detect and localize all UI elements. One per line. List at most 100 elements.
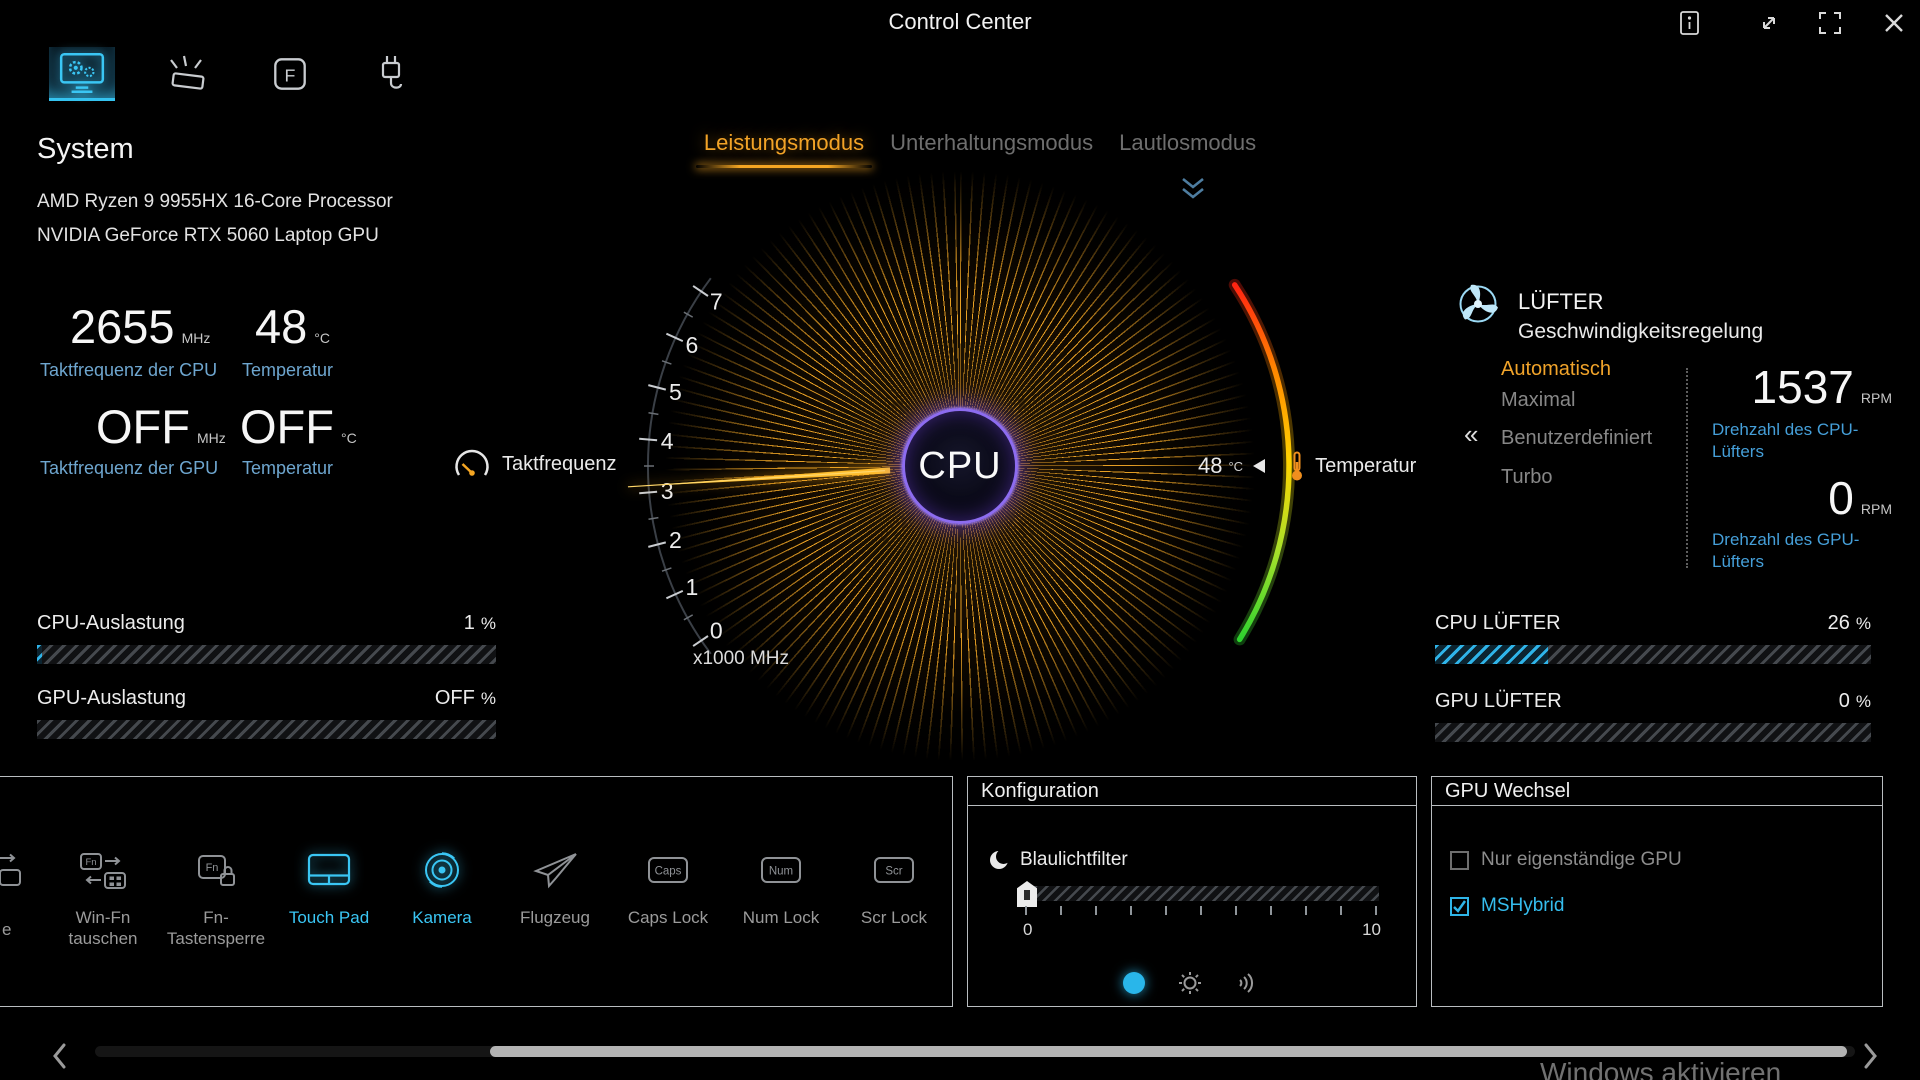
gpu-temp-unit: °C bbox=[341, 430, 357, 446]
scroll-left-button[interactable] bbox=[44, 1038, 74, 1074]
fan-icon bbox=[1454, 280, 1502, 328]
gpu-fan-bar bbox=[1435, 723, 1871, 742]
gpu-fan-bar-value: 0 bbox=[1839, 690, 1850, 713]
konfiguration-panel: Konfiguration Blaulichtfilter 0 10 bbox=[967, 776, 1417, 1007]
speedometer-icon bbox=[452, 448, 492, 480]
f-key-icon: F bbox=[269, 53, 311, 95]
toggle-win-fn-swap[interactable]: Fn Win-Fn tauschen bbox=[51, 843, 155, 1006]
nav-tab-system[interactable] bbox=[49, 47, 115, 101]
tab-lautlosmodus[interactable]: Lautlosmodus bbox=[1119, 130, 1256, 156]
toggle-scr-lock[interactable]: Scr Scr Lock bbox=[842, 843, 946, 1006]
gauge-scale-4: 4 bbox=[661, 428, 674, 454]
toggle-label: Fn-Tastensperre bbox=[164, 907, 268, 950]
gauge-scale-0: 0 bbox=[710, 617, 723, 643]
cpu-fan-bar-value: 26 bbox=[1828, 612, 1850, 635]
touchpad-icon bbox=[305, 849, 353, 893]
keyboard-backlight-icon bbox=[165, 53, 211, 95]
system-monitor-gears-icon bbox=[57, 51, 107, 95]
fan-mode-benutzerdefiniert[interactable]: Benutzerdefiniert bbox=[1501, 427, 1652, 450]
num-lock-key-icon: Num bbox=[757, 849, 805, 893]
temp-marker: 48 °C Temperatur bbox=[1198, 450, 1416, 482]
gpu-fan-rpm-value: 0 bbox=[1828, 475, 1854, 521]
mshybrid-checkbox[interactable] bbox=[1450, 897, 1469, 916]
blaulichtfilter-slider-track[interactable] bbox=[1023, 886, 1379, 901]
gauge-needle bbox=[626, 467, 891, 487]
toggle-label: Num Lock bbox=[743, 907, 820, 928]
toggle-fn-lock[interactable]: Fn Fn-Tastensperre bbox=[164, 843, 268, 1006]
window-title: Control Center bbox=[0, 9, 1920, 35]
fan-mode-automatisch[interactable]: Automatisch bbox=[1501, 358, 1611, 381]
fan-section-subtitle: Geschwindigkeitsregelung bbox=[1518, 320, 1763, 344]
fan-section-title: LÜFTER bbox=[1518, 289, 1604, 315]
dedicated-gpu-checkbox[interactable] bbox=[1450, 851, 1469, 870]
toggle-touchpad[interactable]: Touch Pad bbox=[277, 843, 381, 1006]
hscroll-track[interactable] bbox=[95, 1046, 1855, 1057]
cpu-usage-bar-fill bbox=[37, 645, 42, 664]
cpu-fan-bar bbox=[1435, 645, 1871, 664]
system-info-icon bbox=[1674, 8, 1704, 38]
expand-modes-button[interactable] bbox=[1176, 175, 1210, 203]
gpu-fan-bar-unit: % bbox=[1856, 692, 1871, 712]
toggle-camera[interactable]: Kamera bbox=[390, 843, 494, 1006]
gpu-fan-bar-label: GPU LÜFTER bbox=[1435, 690, 1562, 713]
fn-lock-icon: Fn bbox=[192, 849, 240, 893]
clock-marker-label: Taktfrequenz bbox=[502, 453, 617, 476]
fn-key-label: Fn bbox=[206, 862, 219, 874]
gauge-minor-ticks bbox=[644, 312, 693, 620]
toggle-label: Scr Lock bbox=[861, 907, 927, 928]
option-mshybrid[interactable]: MSHybrid bbox=[1450, 895, 1564, 917]
moon-icon bbox=[988, 849, 1010, 871]
windows-watermark: Windows aktivieren bbox=[1540, 1057, 1781, 1080]
tab-leistungsmodus[interactable]: Leistungsmodus bbox=[704, 130, 864, 156]
system-info-button[interactable] bbox=[1672, 6, 1706, 40]
mshybrid-label: MSHybrid bbox=[1481, 895, 1564, 917]
clipped-toggle-icon[interactable] bbox=[0, 846, 22, 890]
hscroll-thumb[interactable] bbox=[490, 1046, 1847, 1057]
nav-tab-lighting[interactable] bbox=[155, 47, 221, 101]
close-button[interactable] bbox=[1877, 6, 1911, 40]
gpu-temp-label: Temperatur bbox=[242, 458, 333, 479]
gpu-wechsel-title-row: GPU Wechsel bbox=[1432, 777, 1882, 806]
option-dedicated-gpu[interactable]: Nur eigenständige GPU bbox=[1450, 849, 1682, 871]
restore-window-button[interactable] bbox=[1752, 6, 1786, 40]
toggle-airplane[interactable]: Flugzeug bbox=[503, 843, 607, 1006]
scroll-right-button[interactable] bbox=[1856, 1038, 1886, 1074]
cpu-usage-bar-row: CPU-Auslastung 1% bbox=[37, 612, 496, 664]
konfiguration-title: Konfiguration bbox=[981, 780, 1099, 803]
fan-mode-maximal[interactable]: Maximal bbox=[1501, 389, 1575, 412]
gpu-fan-rpm-unit: RPM bbox=[1861, 501, 1892, 517]
blaulichtfilter-max: 10 bbox=[1353, 920, 1381, 940]
brightness-toggle[interactable] bbox=[1176, 969, 1204, 997]
gauge-scale-2: 2 bbox=[669, 527, 682, 553]
cpu-name: AMD Ryzen 9 9955HX 16-Core Processor bbox=[37, 191, 393, 213]
night-light-toggle[interactable] bbox=[1120, 969, 1148, 997]
tab-unterhaltungsmodus[interactable]: Unterhaltungsmodus bbox=[890, 130, 1093, 156]
gpu-temp-stat: OFF °C bbox=[240, 403, 357, 450]
toggle-num-lock[interactable]: Num Num Lock bbox=[729, 843, 833, 1006]
cpu-usage-unit: % bbox=[481, 614, 496, 634]
sound-waves-toggle[interactable] bbox=[1232, 969, 1260, 997]
fan-mode-turbo[interactable]: Turbo bbox=[1501, 466, 1553, 489]
airplane-icon bbox=[531, 849, 579, 893]
gpu-wechsel-panel: GPU Wechsel Nur eigenständige GPU MSHybr… bbox=[1431, 776, 1883, 1007]
nav-tab-fn-keys[interactable]: F bbox=[257, 47, 323, 101]
blaulichtfilter-slider-thumb[interactable] bbox=[1017, 881, 1037, 907]
gpu-usage-value: OFF bbox=[435, 687, 475, 710]
temp-marker-unit: °C bbox=[1228, 459, 1243, 474]
win-fn-swap-icon: Fn bbox=[79, 849, 127, 893]
night-light-icon bbox=[1121, 970, 1147, 996]
collapse-chevrons-icon[interactable]: « bbox=[1464, 421, 1478, 447]
cpu-fan-rpm-unit: RPM bbox=[1861, 390, 1892, 406]
gpu-usage-bar-row: GPU-Auslastung OFF% bbox=[37, 687, 496, 739]
scr-key-label: Scr bbox=[885, 866, 902, 878]
fullscreen-button[interactable] bbox=[1813, 6, 1847, 40]
cpu-clock-value: 2655 bbox=[70, 303, 175, 350]
toggles-row: Fn Win-Fn tauschen Fn bbox=[0, 777, 952, 1006]
nav-tab-devices[interactable] bbox=[358, 47, 424, 101]
gpu-usage-bar bbox=[37, 720, 496, 739]
cpu-fan-bar-row: CPU LÜFTER 26% bbox=[1435, 612, 1871, 664]
toggle-caps-lock[interactable]: Caps Caps Lock bbox=[616, 843, 720, 1006]
cpu-temp-value: 48 bbox=[255, 303, 307, 350]
gpu-usage-unit: % bbox=[481, 689, 496, 709]
control-center-window: Control Center bbox=[0, 0, 1920, 1080]
